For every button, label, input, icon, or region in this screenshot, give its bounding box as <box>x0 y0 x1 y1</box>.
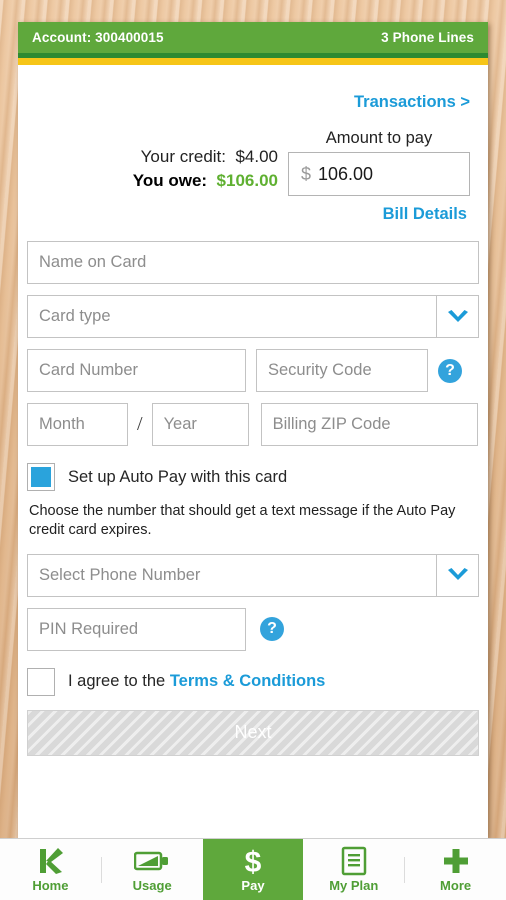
expiry-year-input[interactable]: Year <box>151 403 249 446</box>
dollar-icon: $ <box>240 846 266 877</box>
tab-more-label: More <box>440 878 472 893</box>
currency-symbol: $ <box>301 163 312 184</box>
bill-details-row: Bill Details <box>27 196 479 224</box>
credit-line: Your credit: $4.00 <box>133 145 278 169</box>
security-code-placeholder: Security Code <box>268 361 372 379</box>
svg-text:$: $ <box>245 846 262 877</box>
battery-icon <box>134 846 170 876</box>
card-number-input[interactable]: Card Number <box>27 349 246 392</box>
tab-usage[interactable]: Usage <box>102 839 203 900</box>
phone-lines-label: 3 Phone Lines <box>381 30 474 45</box>
tab-my-plan[interactable]: My Plan <box>303 839 404 900</box>
billing-zip-input[interactable]: Billing ZIP Code <box>260 403 478 446</box>
year-placeholder: Year <box>163 415 197 433</box>
card-number-placeholder: Card Number <box>39 361 139 379</box>
bill-details-link[interactable]: Bill Details <box>383 205 467 223</box>
header-gold-stripe <box>18 58 488 65</box>
autopay-checkbox-label: Set up Auto Pay with this card <box>68 467 288 486</box>
bottom-tab-bar: Home Usage $ Pay My Plan More <box>0 838 506 900</box>
next-button[interactable]: Next <box>27 709 479 756</box>
balance-summary: Your credit: $4.00 You owe: $106.00 <box>133 145 288 196</box>
expiry-month-input[interactable]: Month <box>27 403 128 446</box>
document-icon <box>341 846 367 876</box>
payment-form-body: Transactions > Your credit: $4.00 You ow… <box>18 65 488 756</box>
card-number-security-row: Card Number Security Code ? <box>27 349 479 392</box>
tab-home-label: Home <box>32 878 69 893</box>
pin-row: PIN Required ? <box>27 607 479 651</box>
tab-more[interactable]: More <box>405 839 506 900</box>
terms-checkbox[interactable] <box>27 667 55 696</box>
phone-number-select[interactable]: Select Phone Number <box>27 553 479 597</box>
owe-label: You owe: <box>132 170 208 190</box>
chevron-down-icon[interactable] <box>436 554 478 596</box>
payment-card-panel: Account: 300400015 3 Phone Lines Transac… <box>18 22 488 838</box>
terms-and-conditions-link[interactable]: Terms & Conditions <box>170 672 326 690</box>
name-on-card-placeholder: Name on Card <box>39 253 147 271</box>
owe-line: You owe: $106.00 <box>133 169 278 193</box>
tab-home[interactable]: Home <box>0 839 101 900</box>
k-logo-icon <box>35 846 65 876</box>
autopay-checkbox[interactable] <box>27 463 55 491</box>
pin-help-icon[interactable]: ? <box>260 617 284 642</box>
security-code-input[interactable]: Security Code <box>256 349 428 392</box>
amount-to-pay-group: Amount to pay $ 106.00 <box>288 129 470 196</box>
tab-pay[interactable]: $ Pay <box>202 839 304 900</box>
amount-to-pay-input[interactable]: $ 106.00 <box>288 152 470 196</box>
owe-value: $106.00 <box>216 170 278 190</box>
transactions-row: Transactions > <box>27 65 479 112</box>
chevron-down-icon[interactable] <box>436 296 478 337</box>
autopay-checkbox-row[interactable]: Set up Auto Pay with this card <box>27 463 479 491</box>
phone-number-value: Select Phone Number <box>39 565 201 584</box>
account-number-label: Account: 300400015 <box>32 30 164 45</box>
credit-label: Your credit: <box>140 146 226 166</box>
expiry-zip-row: Month / Year Billing ZIP Code <box>27 403 479 446</box>
tab-usage-label: Usage <box>132 878 172 893</box>
terms-checkbox-row[interactable]: I agree to the Terms & Conditions <box>27 667 479 696</box>
terms-label: I agree to the Terms & Conditions <box>55 672 325 691</box>
transactions-link[interactable]: Transactions > <box>354 93 470 111</box>
credit-value: $4.00 <box>235 146 278 166</box>
card-type-select[interactable]: Card type <box>27 295 479 338</box>
billing-zip-placeholder: Billing ZIP Code <box>272 415 391 433</box>
terms-prefix: I agree to the <box>68 672 170 691</box>
expiry-separator: / <box>137 413 143 435</box>
tab-pay-label: Pay <box>241 878 265 893</box>
pin-input[interactable]: PIN Required <box>27 607 246 651</box>
security-code-help-icon[interactable]: ? <box>438 358 462 383</box>
pin-placeholder: PIN Required <box>39 619 139 638</box>
amount-to-pay-caption: Amount to pay <box>325 129 433 147</box>
app-root: Account: 300400015 3 Phone Lines Transac… <box>0 0 506 900</box>
name-on-card-input[interactable]: Name on Card <box>27 241 479 284</box>
balance-amount-section: Your credit: $4.00 You owe: $106.00 Amou… <box>27 112 479 196</box>
month-placeholder: Month <box>39 415 85 433</box>
card-type-value: Card type <box>39 307 111 325</box>
amount-to-pay-value: 106.00 <box>318 163 374 184</box>
account-header: Account: 300400015 3 Phone Lines <box>18 22 488 53</box>
plus-icon <box>441 846 471 876</box>
autopay-note: Choose the number that should get a text… <box>29 503 456 539</box>
tab-my-plan-label: My Plan <box>329 878 379 893</box>
